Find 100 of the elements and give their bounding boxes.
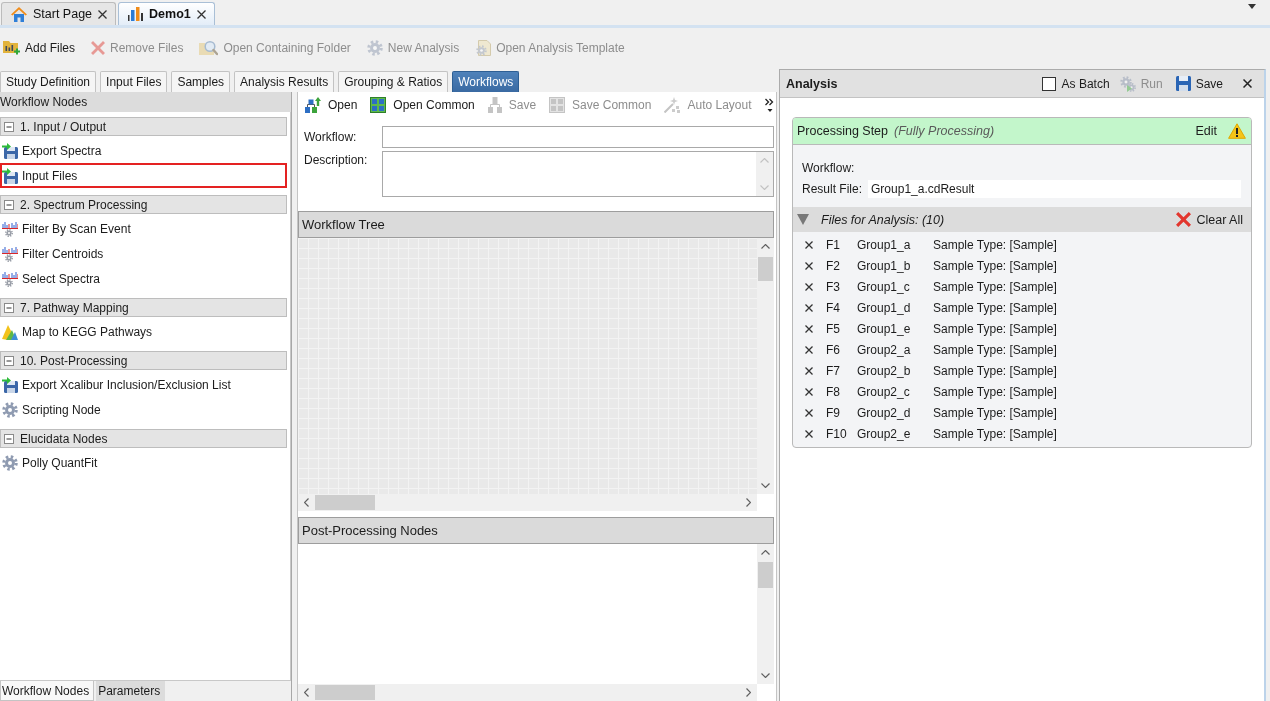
file-name: Group1_c (857, 279, 911, 294)
node-item[interactable]: Select Spectra (0, 266, 287, 291)
cross-icon[interactable] (805, 240, 813, 249)
scrollbar-thumb[interactable] (315, 495, 375, 510)
folder-search-icon (199, 40, 219, 56)
group-header[interactable]: Elucidata Nodes (0, 429, 287, 448)
toolbar-button[interactable]: Open Common (370, 96, 475, 113)
cross-icon[interactable] (805, 324, 813, 333)
chevron-down-icon[interactable] (761, 483, 770, 488)
cross-icon[interactable] (805, 282, 813, 291)
minus-box-icon[interactable] (4, 302, 14, 313)
file-number: F3 (826, 279, 841, 294)
horizontal-scrollbar[interactable] (298, 494, 757, 511)
cross-icon[interactable] (805, 408, 813, 417)
chevron-left-icon[interactable] (304, 688, 309, 697)
panel-tab[interactable]: Workflow Nodes (0, 681, 95, 701)
double-chevron-icon[interactable] (764, 97, 774, 112)
workflow-field[interactable] (382, 126, 774, 148)
tab[interactable]: Samples (171, 71, 231, 92)
group-header[interactable]: 1. Input / Output (0, 117, 287, 136)
document-tab[interactable]: Start Page (1, 2, 117, 25)
scrollbar-thumb[interactable] (758, 257, 773, 281)
close-icon[interactable] (98, 9, 108, 19)
section-header: Post-Processing Nodes (298, 517, 774, 544)
sample-type: Sample Type: [Sample] (933, 405, 1057, 420)
tab[interactable]: Input Files (100, 71, 168, 92)
node-item[interactable]: Export Xcalibur Inclusion/Exclusion List (0, 372, 287, 397)
cross-icon[interactable] (805, 261, 813, 270)
cross-icon (1176, 212, 1192, 227)
file-number: F9 (826, 405, 841, 420)
chevron-up-icon[interactable] (761, 244, 770, 249)
result-file-field[interactable]: Group1_a.cdResult (868, 180, 1241, 198)
toolbar-button[interactable]: Open (305, 96, 358, 113)
triangle-down-icon[interactable] (797, 214, 809, 225)
tab[interactable]: Study Definition (0, 71, 97, 92)
cross-icon[interactable] (805, 387, 813, 396)
file-number: F4 (826, 300, 841, 315)
node-item[interactable]: Map to KEGG Pathways (0, 319, 287, 344)
file-number: F8 (826, 384, 841, 399)
checkbox-label[interactable]: As Batch (1061, 76, 1110, 91)
vertical-scrollbar[interactable] (757, 238, 774, 494)
scrollbar-thumb[interactable] (315, 685, 375, 700)
group-header[interactable]: 7. Pathway Mapping (0, 298, 287, 317)
horizontal-scrollbar[interactable] (298, 684, 757, 701)
minus-box-icon[interactable] (4, 355, 14, 366)
minus-box-icon[interactable] (4, 199, 14, 210)
tree-arrow-icon (305, 96, 321, 113)
pathway-icon (2, 323, 18, 340)
toolbar-button[interactable]: Add Files (3, 37, 76, 59)
sample-type: Sample Type: [Sample] (933, 258, 1057, 273)
group-header[interactable]: 2. Spectrum Processing (0, 195, 287, 214)
cross-icon[interactable] (805, 303, 813, 312)
sample-type: Sample Type: [Sample] (933, 279, 1057, 294)
node-item[interactable]: Input Files (0, 163, 287, 188)
node-item[interactable]: Export Spectra (0, 138, 287, 163)
cross-icon[interactable] (805, 429, 813, 438)
minus-box-icon[interactable] (4, 121, 14, 132)
chevron-down-icon[interactable] (761, 673, 770, 678)
sample-type: Sample Type: [Sample] (933, 300, 1057, 315)
vertical-scrollbar[interactable] (757, 544, 774, 684)
save-button[interactable]: Save (1175, 76, 1223, 91)
file-name: Group2_c (857, 384, 911, 399)
tab[interactable]: Workflows (452, 71, 520, 92)
minus-box-icon[interactable] (4, 433, 14, 444)
close-icon[interactable] (196, 9, 206, 19)
blocks-icon (549, 96, 566, 113)
chevron-up-icon[interactable] (761, 550, 770, 555)
node-item[interactable]: Filter By Scan Event (0, 216, 287, 241)
section-title: Files for Analysis: (10) (821, 212, 945, 227)
node-item[interactable]: Filter Centroids (0, 241, 287, 266)
scrollbar-thumb[interactable] (758, 562, 773, 588)
tab[interactable]: Grouping & Ratios (338, 71, 449, 92)
group-header[interactable]: 10. Post-Processing (0, 351, 287, 370)
file-number: F1 (826, 237, 841, 252)
tab[interactable]: Analysis Results (234, 71, 335, 92)
checkbox[interactable] (1041, 76, 1056, 91)
chevron-right-icon[interactable] (746, 688, 751, 697)
file-number: F5 (826, 321, 841, 336)
chevron-left-icon[interactable] (304, 498, 309, 507)
clear-all-button[interactable]: Clear All (1176, 212, 1243, 227)
file-number: F6 (826, 342, 841, 357)
cross-icon[interactable] (805, 345, 813, 354)
caret-down-icon[interactable] (1248, 4, 1256, 9)
file-name: Group1_e (857, 321, 912, 336)
close-icon[interactable] (1243, 79, 1252, 88)
sample-type: Sample Type: [Sample] (933, 426, 1057, 441)
document-gear-icon (475, 40, 492, 56)
node-item[interactable]: Polly QuantFit (0, 450, 287, 475)
disk-arrow-icon (2, 376, 18, 393)
sample-type: Sample Type: [Sample] (933, 384, 1057, 399)
chevron-right-icon[interactable] (746, 498, 751, 507)
field-label: Description: (304, 152, 369, 167)
sample-type: Sample Type: [Sample] (933, 237, 1057, 252)
panel-tab[interactable]: Parameters (96, 681, 166, 701)
edit-button[interactable]: Edit (1195, 124, 1217, 138)
node-item[interactable]: Scripting Node (0, 397, 287, 422)
cross-icon[interactable] (805, 366, 813, 375)
description-field[interactable] (382, 151, 774, 197)
document-tab[interactable]: Demo1 (118, 2, 215, 25)
gear-icon (366, 40, 383, 56)
